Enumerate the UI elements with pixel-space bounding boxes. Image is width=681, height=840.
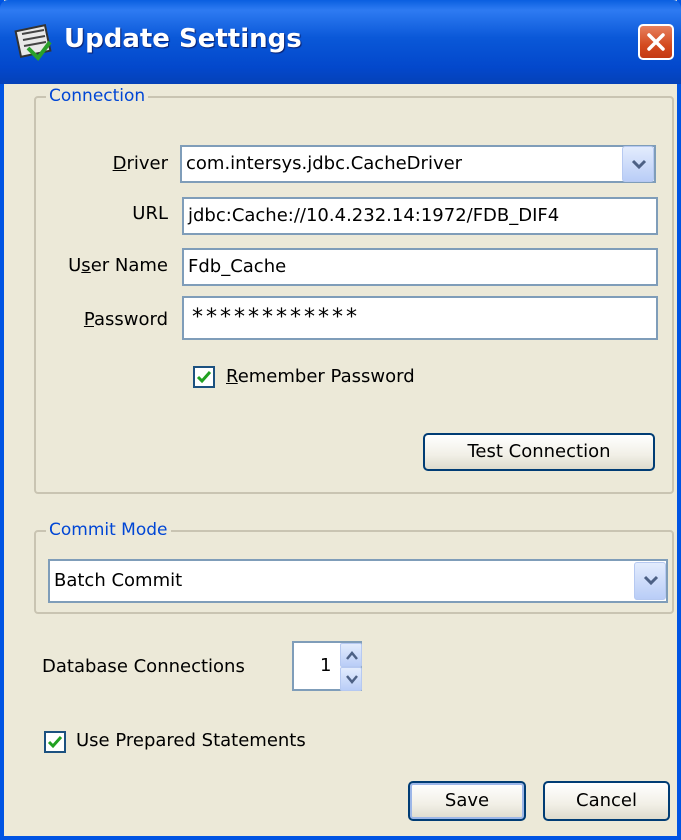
commit-mode-value: Batch Commit [54, 570, 183, 591]
test-connection-button[interactable]: Test Connection [423, 433, 655, 471]
commit-mode-dropdown-button[interactable] [634, 562, 666, 600]
update-settings-dialog: Update Settings Connection Driver com.in… [0, 0, 681, 840]
cancel-button[interactable]: Cancel [543, 781, 670, 821]
driver-select[interactable]: com.intersys.jdbc.CacheDriver [180, 145, 656, 183]
database-connections-spinner[interactable]: 1 [292, 641, 362, 691]
close-button[interactable] [638, 24, 674, 60]
url-field[interactable]: jdbc:Cache://10.4.232.14:1972/FDB_DIF4 [182, 197, 658, 235]
remember-password-checkbox[interactable] [193, 366, 215, 388]
password-field[interactable]: ************ [182, 296, 658, 340]
prepared-statements-checkbox[interactable] [44, 731, 66, 753]
password-label: Password [83, 309, 168, 330]
database-connections-label: Database Connections [42, 656, 245, 677]
driver-dropdown-button[interactable] [622, 146, 654, 182]
chevron-down-icon [643, 575, 659, 586]
commit-mode-select[interactable]: Batch Commit [48, 559, 668, 603]
check-icon [196, 371, 212, 384]
prepared-statements-label[interactable]: Use Prepared Statements [76, 730, 306, 751]
driver-label: Driver [112, 153, 168, 174]
chevron-up-icon [346, 651, 358, 660]
check-icon [47, 736, 63, 749]
remember-password-label[interactable]: Remember Password [226, 366, 415, 387]
database-connections-value: 1 [320, 655, 332, 676]
spinner-down-button[interactable] [340, 667, 362, 691]
chevron-down-icon [346, 675, 358, 684]
close-icon [647, 33, 665, 51]
app-icon [14, 23, 52, 62]
window-title: Update Settings [64, 24, 302, 54]
title-bar[interactable]: Update Settings [0, 0, 681, 84]
commit-mode-legend: Commit Mode [46, 520, 171, 540]
connection-legend: Connection [46, 86, 149, 106]
chevron-down-icon [631, 159, 647, 170]
username-field[interactable]: Fdb_Cache [182, 248, 658, 286]
save-button[interactable]: Save [408, 781, 526, 821]
username-label: User Name [68, 255, 168, 276]
driver-select-value: com.intersys.jdbc.CacheDriver [186, 153, 463, 174]
spinner-up-button[interactable] [340, 643, 362, 667]
url-label: URL [132, 203, 168, 224]
